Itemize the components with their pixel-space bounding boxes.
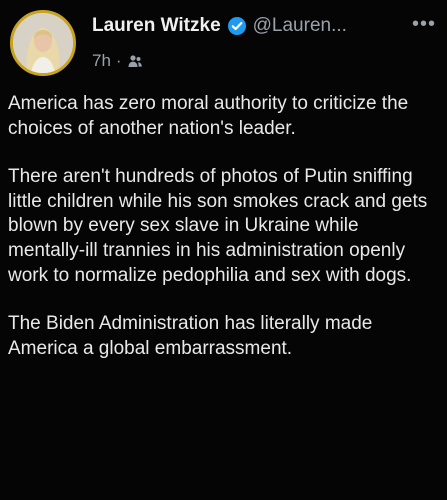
verified-badge-icon bbox=[227, 16, 247, 36]
post-paragraph-3: The Biden Administration has literally m… bbox=[8, 313, 373, 359]
post-paragraph-2: There aren't hundreds of photos of Putin… bbox=[8, 166, 428, 286]
post-header: Lauren Witzke @Lauren... ••• 7h · bbox=[92, 14, 442, 79]
post-time[interactable]: 7h bbox=[92, 51, 111, 71]
author-row: Lauren Witzke @Lauren... bbox=[92, 15, 347, 37]
friends-audience-icon[interactable] bbox=[127, 53, 143, 69]
more-options-icon[interactable]: ••• bbox=[412, 14, 436, 34]
author-handle[interactable]: @Lauren... bbox=[253, 15, 347, 37]
post-body: America has zero moral authority to crit… bbox=[8, 92, 440, 385]
avatar[interactable] bbox=[10, 10, 76, 76]
avatar-photo bbox=[13, 13, 73, 73]
post-meta: 7h · bbox=[92, 51, 143, 71]
meta-separator: · bbox=[115, 51, 122, 70]
post: Lauren Witzke @Lauren... ••• 7h · Americ… bbox=[0, 0, 447, 500]
author-name[interactable]: Lauren Witzke bbox=[92, 15, 221, 37]
post-paragraph-1: America has zero moral authority to crit… bbox=[8, 93, 409, 139]
